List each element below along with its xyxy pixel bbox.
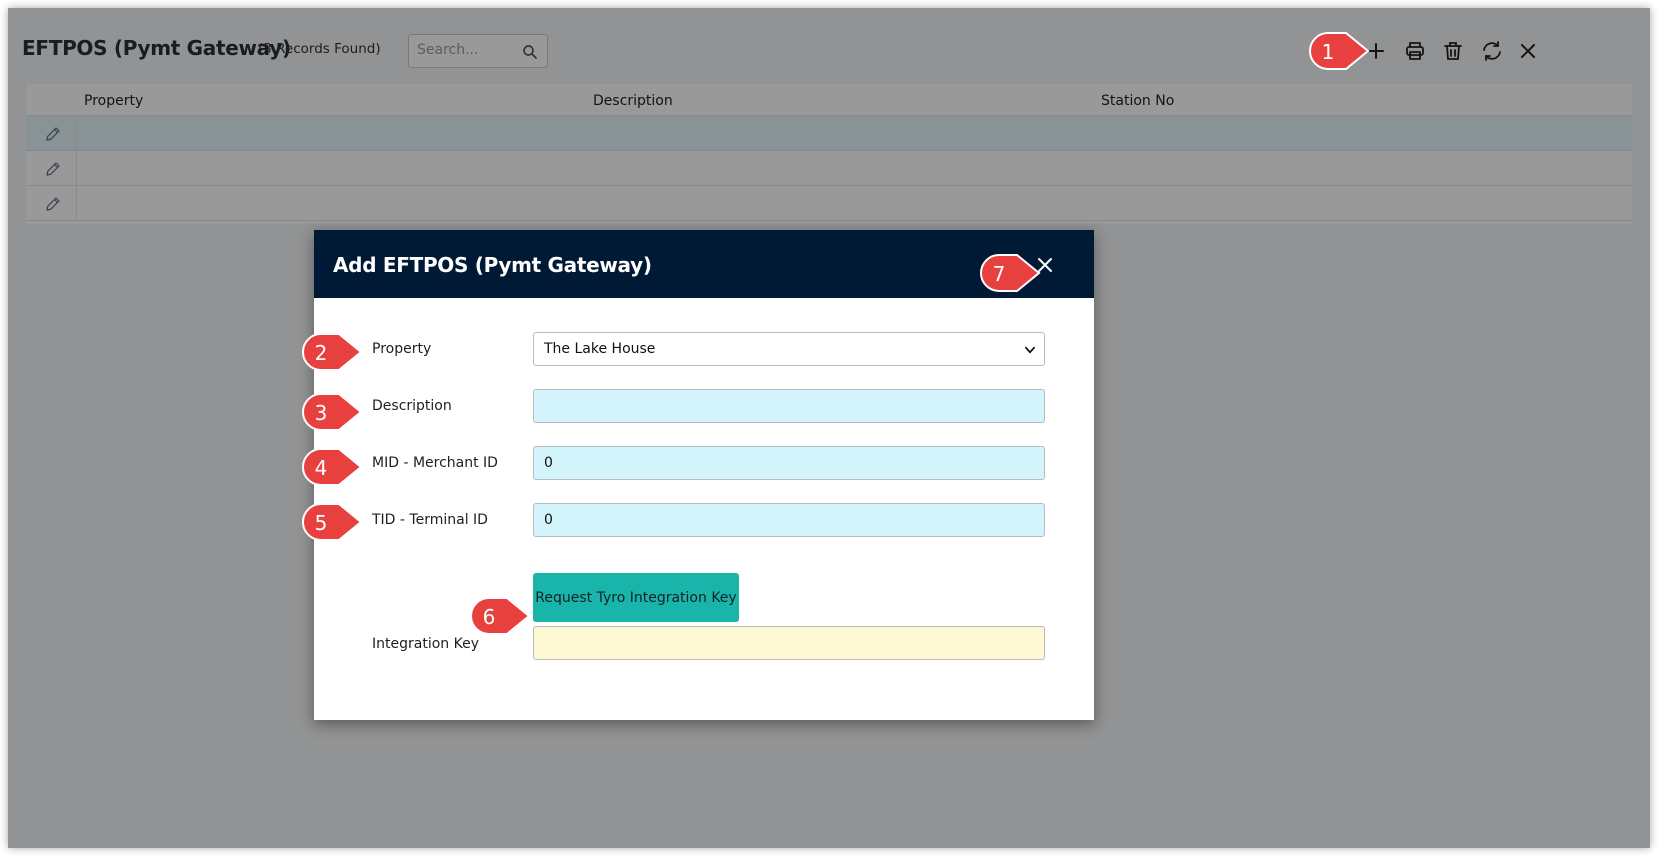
callout-marker: 4 [301,447,363,487]
request-tyro-integration-key-button[interactable]: Request Tyro Integration Key [533,573,739,622]
integration-key-input[interactable] [533,626,1045,660]
merchant-id-label: MID - Merchant ID [372,455,498,471]
description-input[interactable] [533,389,1045,423]
terminal-id-label: TID - Terminal ID [372,512,488,528]
description-label: Description [372,398,452,414]
callout-marker: 7 [979,253,1041,293]
property-label: Property [372,341,432,357]
callout-marker: 5 [301,502,363,542]
terminal-id-input[interactable] [533,503,1045,537]
callout-marker: 1 [1308,31,1370,71]
callout-marker: 6 [469,596,531,636]
integration-key-label: Integration Key [372,636,479,652]
property-select[interactable]: The Lake House [533,332,1045,366]
merchant-id-input[interactable] [533,446,1045,480]
callout-marker: 2 [301,332,363,372]
property-select-wrap[interactable]: The Lake House [533,332,1045,366]
dialog-header: Add EFTPOS (Pymt Gateway) [314,230,1094,298]
dialog-title: Add EFTPOS (Pymt Gateway) [333,253,652,277]
callout-marker: 3 [301,392,363,432]
add-eftpos-dialog: Add EFTPOS (Pymt Gateway) Property The L… [314,230,1094,720]
